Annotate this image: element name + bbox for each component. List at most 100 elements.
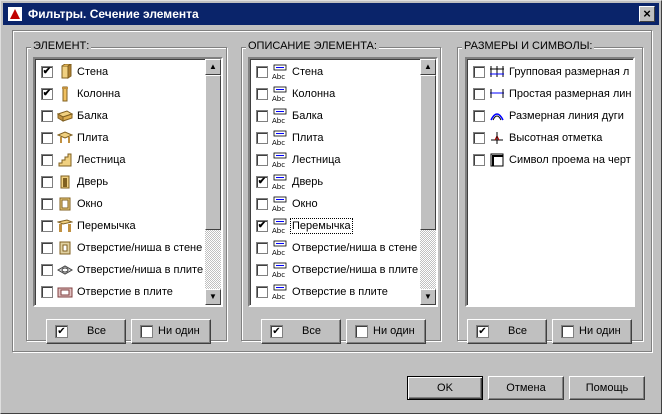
cancel-button[interactable]: Отмена (488, 376, 564, 400)
element-list[interactable]: Стена Колонна Балка Плита Лестница Дверь Окно П… (33, 57, 223, 307)
list-item[interactable]: Abc Балка (252, 105, 436, 127)
list-item[interactable]: Abc Перемычка (252, 215, 436, 237)
checkbox[interactable] (256, 264, 268, 276)
list-item-label: Окно (292, 198, 318, 210)
scroll-track[interactable] (420, 229, 436, 289)
window-title: Фильтры. Сечение элемента (28, 7, 199, 21)
list-item[interactable]: Размерная линия дуги (469, 105, 633, 127)
list-item-label: Стена (77, 66, 109, 78)
checkbox[interactable] (473, 154, 485, 166)
element-all-button[interactable]: Все (46, 319, 126, 344)
checkbox[interactable] (41, 132, 53, 144)
close-button[interactable]: × (639, 6, 655, 22)
dimensions-group-title: РАЗМЕРЫ И СИМВОЛЫ: (462, 40, 595, 52)
checkbox[interactable] (41, 176, 53, 188)
abc-label-icon: Abc (272, 152, 287, 168)
dimensions-all-button[interactable]: Все (467, 319, 547, 344)
list-item[interactable]: Отверстие/ниша в стене (37, 237, 221, 259)
checkbox[interactable] (256, 286, 268, 298)
checkbox[interactable] (256, 242, 268, 254)
list-item[interactable]: Abc Отверстие в плите (252, 281, 436, 303)
list-item-label: Перемычка (77, 220, 136, 232)
list-item[interactable]: Колонна (37, 83, 221, 105)
description-group-title: ОПИСАНИЕ ЭЛЕМЕНТА: (246, 40, 379, 52)
help-button[interactable]: Помощь (569, 376, 645, 400)
checkbox[interactable] (473, 88, 485, 100)
list-item-label: Лестница (77, 154, 126, 166)
dimensions-none-button[interactable]: Ни один (552, 319, 632, 344)
list-item[interactable]: Плита (37, 127, 221, 149)
list-item[interactable]: Abc Отверстие/ниша в стене (252, 237, 436, 259)
list-item[interactable]: Высотная отметка (469, 127, 633, 149)
ok-button[interactable]: OK (407, 376, 483, 400)
list-item-label: Дверь (292, 176, 324, 188)
list-item-label: Групповая размерная л (509, 66, 630, 78)
list-item[interactable]: Лестница (37, 149, 221, 171)
abc-label-icon: Abc (272, 86, 287, 102)
list-item[interactable]: Abc Окно (252, 193, 436, 215)
scroll-down-arrow-icon[interactable]: ▼ (420, 289, 436, 305)
svg-text:Abc: Abc (272, 249, 285, 256)
list-item[interactable]: Перемычка (37, 215, 221, 237)
dimensions-list[interactable]: Групповая размерная л Простая размерная л… (465, 57, 635, 307)
list-item-label: Символ проема на черт (509, 154, 631, 166)
checkbox[interactable] (256, 176, 268, 188)
scroll-down-arrow-icon[interactable]: ▼ (205, 289, 221, 305)
list-item[interactable]: Abc Колонна (252, 83, 436, 105)
description-list[interactable]: Abc Стена Abc Колонна Abc Балка Abc Плита Abc Лес… (248, 57, 438, 307)
list-item[interactable]: Abc Плита (252, 127, 436, 149)
description-all-button[interactable]: Все (261, 319, 341, 344)
checkbox[interactable] (41, 66, 53, 78)
vertical-scrollbar[interactable]: ▲ ▼ (420, 59, 436, 305)
checkbox[interactable] (41, 110, 53, 122)
checkbox[interactable] (256, 66, 268, 78)
vertical-scrollbar[interactable]: ▲ ▼ (205, 59, 221, 305)
checkbox[interactable] (473, 132, 485, 144)
element-none-button[interactable]: Ни один (131, 319, 211, 344)
list-item[interactable]: Abc Дверь (252, 171, 436, 193)
checkbox[interactable] (41, 286, 53, 298)
checkbox[interactable] (256, 220, 268, 232)
checkbox[interactable] (41, 88, 53, 100)
scroll-up-arrow-icon[interactable]: ▲ (420, 59, 436, 75)
checkbox[interactable] (41, 154, 53, 166)
dialog-window: Фильтры. Сечение элемента × ЭЛЕМЕНТ: Сте… (0, 0, 662, 414)
list-item[interactable]: Abc Лестница (252, 149, 436, 171)
list-item[interactable]: Стена (37, 61, 221, 83)
list-item[interactable]: Abc Отверстие/ниша в плите (252, 259, 436, 281)
checkbox[interactable] (473, 66, 485, 78)
checkbox[interactable] (473, 110, 485, 122)
description-none-button[interactable]: Ни один (346, 319, 426, 344)
element-group-title: ЭЛЕМЕНТ: (31, 40, 92, 52)
list-item[interactable]: Простая размерная лин (469, 83, 633, 105)
list-item-label: Колонна (292, 88, 336, 100)
svg-text:Abc: Abc (272, 73, 285, 80)
checkbox[interactable] (256, 88, 268, 100)
check-icon (476, 325, 489, 338)
scroll-up-arrow-icon[interactable]: ▲ (205, 59, 221, 75)
scroll-thumb[interactable] (205, 75, 221, 230)
svg-text:Abc: Abc (272, 227, 285, 234)
checkbox[interactable] (256, 110, 268, 122)
checkbox[interactable] (41, 242, 53, 254)
list-item[interactable]: Отверстие в плите (37, 281, 221, 303)
list-item-label: Отверстие/ниша в плите (292, 264, 419, 276)
elevation-mark-icon (491, 132, 503, 144)
checkbox[interactable] (256, 132, 268, 144)
scroll-track[interactable] (205, 229, 221, 289)
checkbox[interactable] (256, 154, 268, 166)
list-item[interactable]: Окно (37, 193, 221, 215)
list-item[interactable]: Балка (37, 105, 221, 127)
list-item[interactable]: Групповая размерная л (469, 61, 633, 83)
checkbox[interactable] (41, 264, 53, 276)
list-item[interactable]: Дверь (37, 171, 221, 193)
list-item[interactable]: Отверстие/ниша в плите (37, 259, 221, 281)
list-item[interactable]: Символ проема на черт (469, 149, 633, 171)
checkbox[interactable] (41, 220, 53, 232)
list-item[interactable]: Abc Стена (252, 61, 436, 83)
lintel-icon (57, 219, 73, 232)
scroll-thumb[interactable] (420, 75, 436, 230)
list-item-label: Колонна (77, 88, 121, 100)
checkbox[interactable] (256, 198, 268, 210)
checkbox[interactable] (41, 198, 53, 210)
